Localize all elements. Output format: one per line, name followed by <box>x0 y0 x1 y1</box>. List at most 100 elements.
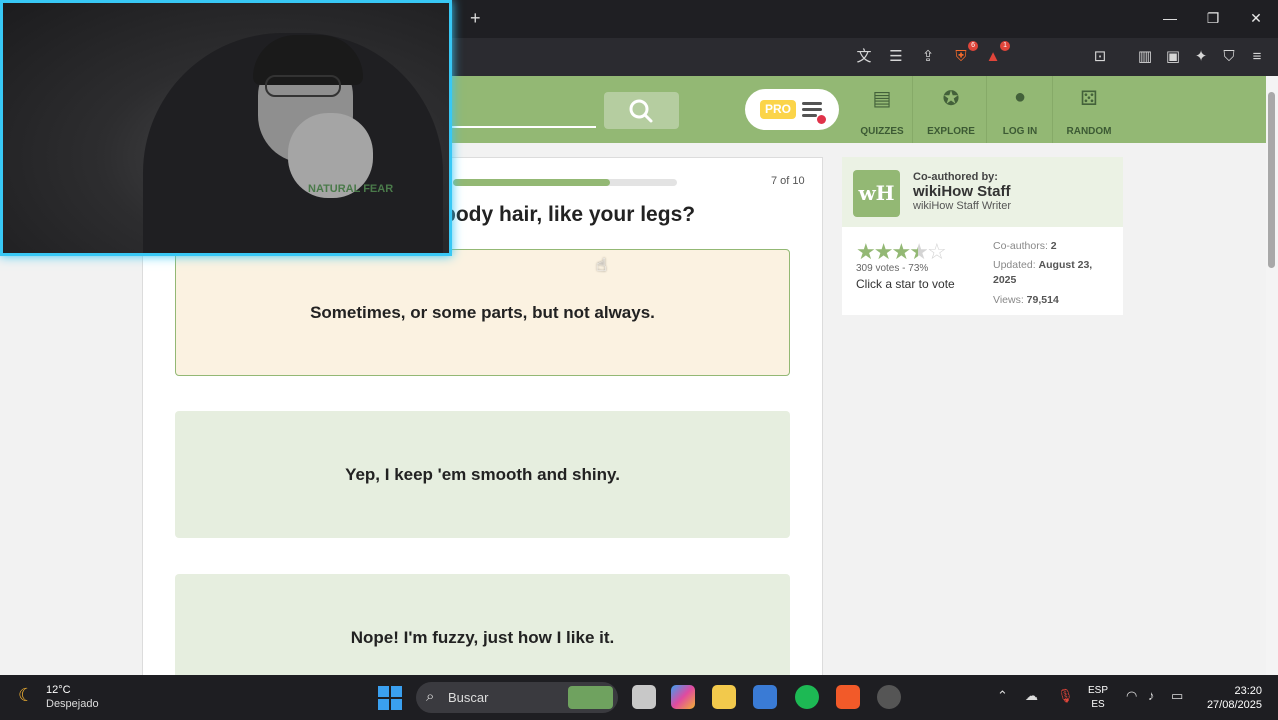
coauthors-meta: Co-authors: 2 <box>993 240 1057 252</box>
battery-icon[interactable]: ▭ <box>1171 688 1183 704</box>
wikihow-logo: wH <box>853 170 900 217</box>
restore-button[interactable]: ❐ <box>1198 10 1228 27</box>
keyboard-code: ES <box>1091 699 1105 710</box>
wallet-icon[interactable]: ▣ <box>1162 47 1184 67</box>
rating-box: ★★★★☆ 309 votes - 73% Click a star to vo… <box>842 227 1123 315</box>
compass-icon: ✪ <box>942 88 960 110</box>
weather-desc[interactable]: Despejado <box>46 698 99 710</box>
star-icon[interactable]: ★ <box>891 239 911 264</box>
onedrive-icon[interactable]: ☁ <box>1025 688 1038 704</box>
quiz-progress-fill <box>453 179 610 186</box>
leo-ai-icon[interactable]: ✦ <box>1190 47 1212 67</box>
file-explorer-icon[interactable] <box>712 685 736 709</box>
answer-option-3[interactable]: Nope! I'm fuzzy, just how I like it. <box>175 574 790 675</box>
wifi-icon[interactable]: ◠ <box>1126 688 1137 704</box>
star-rating[interactable]: ★★★★☆ <box>856 239 947 265</box>
updated-meta: Updated: August 23, 2025 <box>993 259 1093 286</box>
hamburger-icon <box>802 102 822 105</box>
nav-login[interactable]: ● LOG IN <box>994 76 1046 143</box>
windows-logo-icon <box>378 686 389 697</box>
reader-icon[interactable]: ☰ <box>885 47 907 67</box>
half-star-icon[interactable]: ★ <box>909 239 929 264</box>
clock-time: 23:20 <box>1234 685 1262 697</box>
nav-label: LOG IN <box>1002 126 1038 137</box>
star-icon[interactable]: ★ <box>856 239 876 264</box>
views-meta: Views: 79,514 <box>993 294 1059 306</box>
brave-browser-icon[interactable] <box>836 685 860 709</box>
taskbar-search-placeholder: Buscar <box>448 690 489 705</box>
scrollbar-thumb[interactable] <box>1268 92 1275 268</box>
minimize-button[interactable]: — <box>1155 10 1185 26</box>
windows-taskbar: ☾ 12°C Despejado ⌕ Buscar ⌃ ☁ 🎙 ESP ES ◠… <box>0 675 1278 720</box>
share-icon[interactable]: ⇪ <box>917 47 939 67</box>
taskbar-search[interactable]: ⌕ Buscar <box>416 682 618 713</box>
volume-icon[interactable]: ♪ <box>1148 688 1155 703</box>
obs-icon[interactable] <box>877 685 901 709</box>
shirt-logo: NATURAL FEAR <box>308 183 394 195</box>
hamburger-line <box>802 108 822 111</box>
author-name[interactable]: wikiHow Staff <box>913 183 1011 200</box>
pro-menu-button[interactable]: PRO <box>745 89 839 130</box>
nav-label: EXPLORE <box>927 126 975 137</box>
answer-text: Yep, I keep 'em smooth and shiny. <box>345 464 620 484</box>
lang-code: ESP <box>1088 685 1109 696</box>
tab-search-icon[interactable]: ⊡ <box>1089 47 1111 67</box>
star-icon[interactable]: ☆ <box>927 239 947 264</box>
author-role: wikiHow Staff Writer <box>913 200 1012 212</box>
windows-logo-pane <box>391 686 402 697</box>
search-button[interactable] <box>604 92 679 129</box>
copilot-icon[interactable] <box>671 685 695 709</box>
start-button[interactable] <box>378 686 402 710</box>
webcam-overlay: NATURAL FEAR <box>0 0 452 256</box>
new-tab-button[interactable]: + <box>470 8 481 29</box>
nav-divider <box>912 76 913 143</box>
nav-divider <box>986 76 987 143</box>
brave-rewards-icon[interactable]: ▲ 1 <box>982 41 1010 67</box>
microsoft-store-icon[interactable] <box>753 685 777 709</box>
clock-date: 27/08/2025 <box>1206 699 1262 711</box>
language-indicator[interactable]: ESP ES <box>1088 684 1108 712</box>
votes-text: 309 votes - 73% <box>856 263 929 274</box>
brave-shields-icon[interactable]: ⛨ 6 <box>950 41 978 67</box>
translate-icon[interactable]: 文 <box>853 47 875 67</box>
nav-divider <box>1052 76 1053 143</box>
spotify-icon[interactable] <box>795 685 819 709</box>
user-icon: ● <box>1013 86 1027 108</box>
task-view-icon[interactable] <box>632 685 656 709</box>
nav-random[interactable]: ⚄ RANDOM <box>1060 76 1118 143</box>
chevron-up-icon[interactable]: ⌃ <box>997 688 1008 704</box>
search-icon: ⌕ <box>426 688 435 705</box>
quiz-progress-bar <box>453 179 677 186</box>
author-box: wH Co-authored by: wikiHow Staff wikiHow… <box>842 157 1123 227</box>
answer-option-1[interactable]: Sometimes, or some parts, but not always… <box>175 249 790 376</box>
dice-icon: ⚄ <box>1080 88 1098 110</box>
vote-cta: Click a star to vote <box>856 277 955 291</box>
windows-logo-pane <box>391 699 402 710</box>
menu-icon[interactable]: ≡ <box>1246 47 1268 67</box>
coauthored-label: Co-authored by: <box>913 171 998 183</box>
nav-quizzes[interactable]: ▤ QUIZZES <box>856 76 908 143</box>
nav-label: QUIZZES <box>860 126 904 137</box>
nav-explore[interactable]: ✪ EXPLORE <box>922 76 980 143</box>
answer-option-2[interactable]: Yep, I keep 'em smooth and shiny. <box>175 411 790 538</box>
quiz-question: body hair, like your legs? <box>443 203 696 226</box>
star-icon[interactable]: ★ <box>874 239 894 264</box>
weather-temp[interactable]: 12°C <box>46 684 71 696</box>
sidebar-icon[interactable]: ▥ <box>1134 47 1156 67</box>
hamburger-line <box>802 114 817 117</box>
answer-text: Sometimes, or some parts, but not always… <box>310 302 655 322</box>
notification-dot <box>817 115 826 124</box>
moon-icon[interactable]: ☾ <box>18 685 34 706</box>
search-input[interactable] <box>450 126 596 128</box>
windows-logo-pane <box>378 699 389 710</box>
answer-text: Nope! I'm fuzzy, just how I like it. <box>350 627 615 647</box>
quiz-progress-text: 7 of 10 <box>771 175 805 187</box>
vpn-icon[interactable]: ⛉ <box>1218 47 1240 67</box>
search-icon <box>629 99 653 123</box>
person-glasses <box>265 75 341 97</box>
close-window-button[interactable]: ✕ <box>1241 10 1271 27</box>
microphone-icon[interactable]: 🎙 <box>1057 688 1074 704</box>
search-highlight-image <box>568 686 613 709</box>
nav-label: RANDOM <box>1066 126 1112 137</box>
clock[interactable]: 23:20 27/08/2025 <box>1200 684 1262 712</box>
